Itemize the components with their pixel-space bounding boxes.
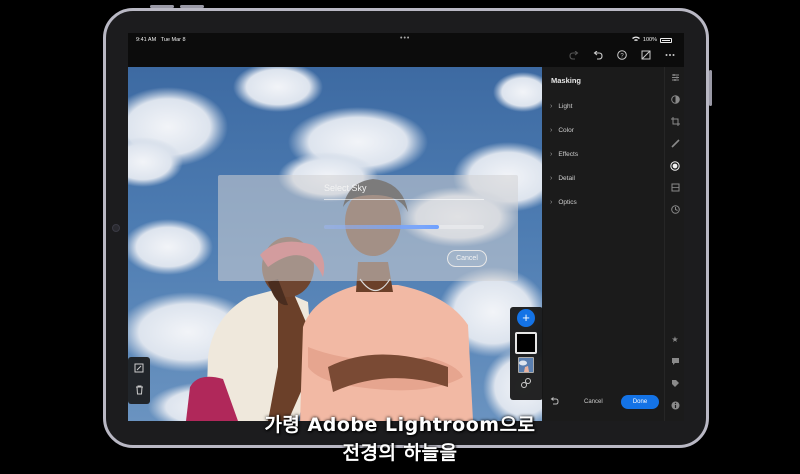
comment-icon[interactable] [670,357,680,367]
masking-item-label: Detail [558,175,575,182]
masking-cancel-button[interactable]: Cancel [584,399,603,405]
masking-item-label: Color [558,127,574,134]
select-sky-title: Select Sky [324,183,367,193]
dialog-divider [324,199,484,200]
select-sky-progress [324,225,484,229]
chevron-right-icon: › [550,175,553,182]
right-tool-rail: ★ [664,67,684,421]
masking-item-label: Light [558,103,573,110]
presets-icon[interactable] [670,73,680,83]
add-mask-button[interactable]: + [517,309,535,327]
subtitle-line-2: 전경의 하늘을 [342,442,458,464]
undo-icon[interactable] [592,49,604,61]
ipad-screen: 9:41 AM Tue Mar 8 ••• 100% ? Select Sky … [128,33,684,421]
front-camera [112,224,120,232]
select-sky-dialog: Select Sky Cancel [218,175,518,281]
top-toolbar: ? [568,49,676,61]
side-button [709,70,712,106]
compare-icon[interactable] [640,49,652,61]
select-sky-cancel-button[interactable]: Cancel [447,250,487,267]
reset-icon[interactable] [550,397,559,407]
left-floating-toolbar [128,357,150,404]
masking-panel: Masking › Light › Color › Effects › Detail › Opti… [542,67,664,421]
chevron-right-icon: › [550,127,553,134]
masking-item-label: Optics [558,199,577,206]
status-date: Tue Mar 8 [160,37,186,43]
wifi-icon [631,36,640,44]
battery-percent: 100% [642,37,657,43]
chevron-right-icon: › [550,151,553,158]
battery-icon [660,37,672,43]
geometry-icon[interactable] [670,183,680,193]
mask-thumbnail-selected[interactable] [515,332,537,354]
edit-image-icon[interactable] [134,363,144,373]
status-time: 9:41 AM [136,37,157,43]
masking-item-light[interactable]: › Light [550,103,572,110]
multitask-dots[interactable]: ••• [400,35,410,42]
redo-icon[interactable] [568,49,580,61]
subtitle-line-1: 가령 Adobe Lightroom으로 [264,414,536,436]
trash-icon[interactable] [134,385,144,395]
healing-icon[interactable] [670,139,680,149]
masking-icon[interactable] [670,161,680,171]
help-icon[interactable]: ? [616,49,628,61]
chevron-right-icon: › [550,103,553,110]
masking-item-color[interactable]: › Color [550,127,574,134]
mask-options-icon[interactable] [520,377,532,389]
crop-icon[interactable] [670,117,680,127]
masking-done-button[interactable]: Done [621,395,659,409]
masking-item-label: Effects [558,151,579,158]
select-sky-progress-fill [324,225,440,229]
status-bar: 9:41 AM Tue Mar 8 ••• 100% [128,33,684,47]
versions-icon[interactable] [670,205,680,215]
masking-item-effects[interactable]: › Effects [550,151,578,158]
masking-item-optics[interactable]: › Optics [550,199,577,206]
star-icon[interactable]: ★ [670,335,680,345]
chevron-right-icon: › [550,199,553,206]
color-icon[interactable] [670,95,680,105]
more-icon[interactable] [664,49,676,61]
mask-thumbnail-photo[interactable] [518,357,534,373]
masking-title: Masking [551,76,582,85]
tag-icon[interactable] [670,379,680,389]
masking-item-detail[interactable]: › Detail [550,175,575,182]
